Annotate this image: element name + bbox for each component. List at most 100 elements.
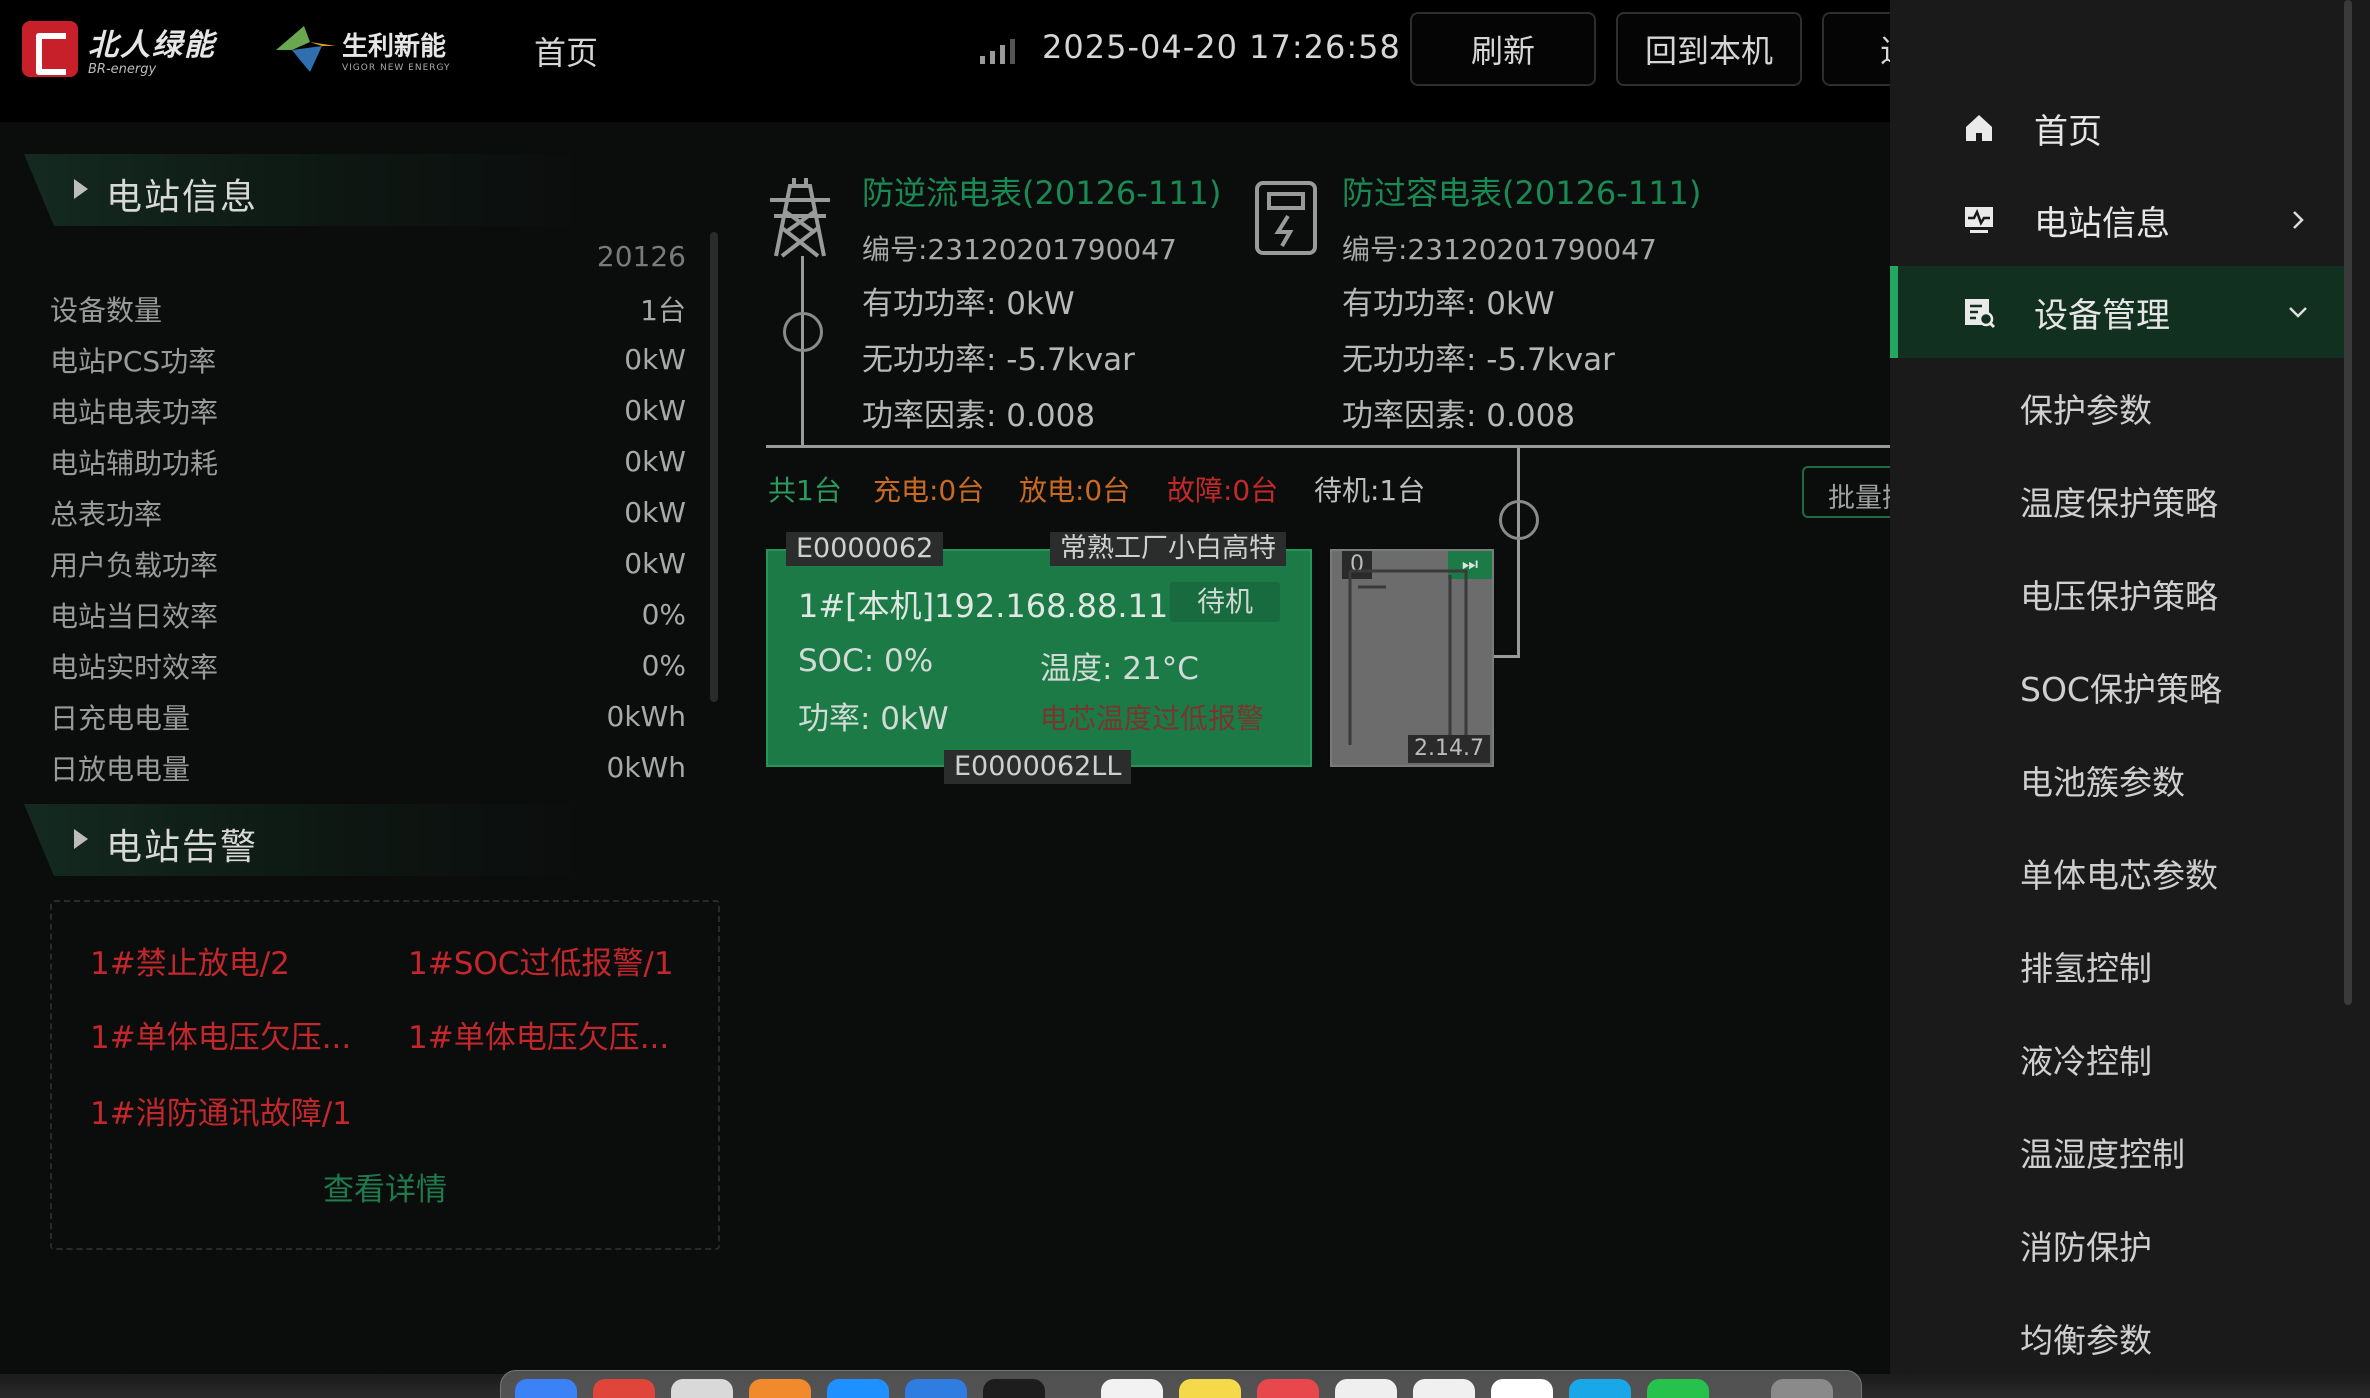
- nav-home-link[interactable]: 首页: [534, 28, 598, 74]
- device-location-tag: 常熟工厂小白高特: [1050, 532, 1286, 566]
- meter2-name[interactable]: 防过容电表(20126-111): [1342, 168, 1701, 214]
- settings-icon[interactable]: [671, 1379, 733, 1398]
- meter1-power-factor: 功率因素: 0.008: [862, 398, 1096, 434]
- submenu-hydrogen-control[interactable]: 排氢控制: [1890, 920, 2348, 1012]
- wechat-icon[interactable]: [1647, 1379, 1709, 1398]
- info-row: 用户负载功率 0kW: [50, 538, 686, 589]
- info-key: 日放电电量: [50, 752, 191, 786]
- submenu-label: 电压保护策略: [2020, 577, 2218, 616]
- submenu-label: 温度保护策略: [2020, 484, 2218, 523]
- refresh-button[interactable]: 刷新: [1410, 12, 1596, 86]
- trash-icon[interactable]: [1771, 1379, 1833, 1398]
- caret-right-icon: [74, 179, 88, 199]
- monitor-icon: [1965, 207, 1993, 233]
- submenu-label: 液冷控制: [2020, 1042, 2152, 1081]
- discharging-count: 放电:0台: [1019, 474, 1131, 507]
- music-icon[interactable]: [1257, 1379, 1319, 1398]
- info-row: 电站当日效率 0%: [50, 589, 686, 640]
- info-value: 0%: [641, 649, 686, 682]
- menu-item-label: 设备管理: [2034, 295, 2170, 336]
- submenu-protection-params[interactable]: 保护参数: [1890, 362, 2348, 454]
- safari-icon[interactable]: [827, 1379, 889, 1398]
- app-store-icon[interactable]: [905, 1379, 967, 1398]
- device-soc: SOC: 0%: [798, 643, 934, 679]
- meter2-code: 编号:23120201790047: [1342, 233, 1657, 266]
- logo1-subtitle: BR-energy: [88, 62, 157, 77]
- breaker-circle-icon: [783, 312, 823, 352]
- submenu-liquid-cooling[interactable]: 液冷控制: [1890, 1013, 2348, 1105]
- submenu-label: 单体电芯参数: [2020, 856, 2218, 895]
- alarm-item[interactable]: 1#禁止放电/2: [90, 938, 290, 983]
- alarm-item[interactable]: 1#单体电压欠压...: [408, 1012, 669, 1057]
- back-to-local-button[interactable]: 回到本机: [1616, 12, 1802, 86]
- finder-icon[interactable]: [515, 1379, 577, 1398]
- info-key: 电站电表功率: [50, 395, 219, 429]
- submenu-cell-params[interactable]: 单体电芯参数: [1890, 827, 2348, 919]
- device-alarm-text: 电芯温度过低报警: [1040, 702, 1265, 735]
- info-value: 0kW: [624, 445, 686, 478]
- vigor-logo-mark-icon: [276, 26, 336, 72]
- logo1-name: 北人绿能: [88, 28, 216, 63]
- device-card[interactable]: 1#[本机]192.168.88.111 待机 SOC: 0% 温度: 21°C…: [766, 549, 1312, 767]
- electric-meter-icon: [1255, 181, 1317, 255]
- view-details-link[interactable]: 查看详情: [52, 1164, 718, 1209]
- station-info-scrollbar[interactable]: [710, 232, 718, 702]
- submenu-fire-protection[interactable]: 消防保护: [1890, 1199, 2348, 1291]
- chrome-icon[interactable]: [1491, 1379, 1553, 1398]
- browser-icon[interactable]: [1569, 1379, 1631, 1398]
- submenu-cluster-params[interactable]: 电池簇参数: [1890, 734, 2348, 826]
- standby-count: 待机:1台: [1314, 474, 1426, 507]
- fault-count: 故障:0台: [1167, 474, 1279, 507]
- alarm-item[interactable]: 1#单体电压欠压...: [90, 1012, 351, 1057]
- charging-count: 充电:0台: [873, 474, 985, 507]
- drawer-scrollbar[interactable]: [2344, 0, 2352, 1005]
- submenu-voltage-protection[interactable]: 电压保护策略: [1890, 548, 2348, 640]
- info-key: 电站实时效率: [50, 650, 219, 684]
- notes-icon[interactable]: [1101, 1379, 1163, 1398]
- logo2-name: 生利新能: [342, 31, 447, 62]
- alarm-box: 1#禁止放电/2 1#SOC过低报警/1 1#单体电压欠压... 1#单体电压欠…: [50, 900, 720, 1250]
- submenu-label: 消防保护: [2020, 1228, 2152, 1267]
- chevron-down-icon: [2289, 307, 2307, 318]
- info-key: 电站辅助功耗: [50, 446, 219, 480]
- meter2-power-factor: 功率因素: 0.008: [1342, 398, 1576, 434]
- info-value: 0kWh: [606, 700, 686, 733]
- device-power: 功率: 0kW: [798, 701, 949, 737]
- alarm-item[interactable]: 1#SOC过低报警/1: [408, 938, 674, 983]
- submenu-balance-params[interactable]: 均衡参数: [1890, 1292, 2348, 1384]
- branch-stub: [1494, 655, 1520, 658]
- device-code-tag: E0000062: [786, 532, 944, 566]
- submenu-soc-protection[interactable]: SOC保护策略: [1890, 641, 2348, 733]
- preview-icon[interactable]: [1413, 1379, 1475, 1398]
- info-row: 日放电电量 0kWh: [50, 742, 686, 793]
- menu-item-home[interactable]: 首页: [1890, 82, 2348, 174]
- stickies-icon[interactable]: [1179, 1379, 1241, 1398]
- info-key: 总表功率: [50, 497, 163, 531]
- menu-item-label: 电站信息: [2034, 203, 2170, 244]
- device-manage-icon: [1965, 299, 1996, 329]
- menu-item-station-info[interactable]: 电站信息: [1890, 174, 2348, 266]
- submenu-temp-humidity[interactable]: 温湿度控制: [1890, 1106, 2348, 1198]
- mini-unit-version: 2.14.7: [1408, 735, 1490, 763]
- docs-icon[interactable]: [1335, 1379, 1397, 1398]
- device-temperature: 温度: 21°C: [1040, 651, 1199, 687]
- submenu-temp-protection[interactable]: 温度保护策略: [1890, 455, 2348, 547]
- info-key: 日充电电量: [50, 701, 191, 735]
- meter1-name[interactable]: 防逆流电表(20126-111): [862, 168, 1221, 214]
- info-row: 电站电表功率 0kW: [50, 385, 686, 436]
- info-row: 电站PCS功率 0kW: [50, 334, 686, 385]
- info-key: 电站PCS功率: [50, 344, 217, 378]
- terminal-icon[interactable]: [983, 1379, 1045, 1398]
- device-status-badge: 待机: [1170, 582, 1280, 622]
- station-alarm-title: 电站告警: [106, 827, 259, 868]
- menu-item-device-management[interactable]: 设备管理: [1890, 266, 2348, 358]
- station-alarm-header[interactable]: 电站告警: [24, 804, 604, 876]
- app-icon[interactable]: [749, 1379, 811, 1398]
- datetime-display: 2025-04-20 17:26:58: [1042, 28, 1401, 66]
- station-info-list: 设备数量 1台 电站PCS功率 0kW 电站电表功率 0kW 电站辅助功耗 0kW 总表…: [50, 283, 686, 793]
- app-window: 北人绿能 BR-energy 生利新能 VIGOR NEW ENERGY 首页 …: [0, 0, 2370, 1398]
- alarm-item[interactable]: 1#消防通讯故障/1: [90, 1088, 352, 1133]
- calendar-icon[interactable]: [593, 1379, 655, 1398]
- station-info-header[interactable]: 电站信息: [24, 154, 604, 226]
- mini-unit-card[interactable]: 0 ⏭ 2.14.7: [1330, 549, 1494, 767]
